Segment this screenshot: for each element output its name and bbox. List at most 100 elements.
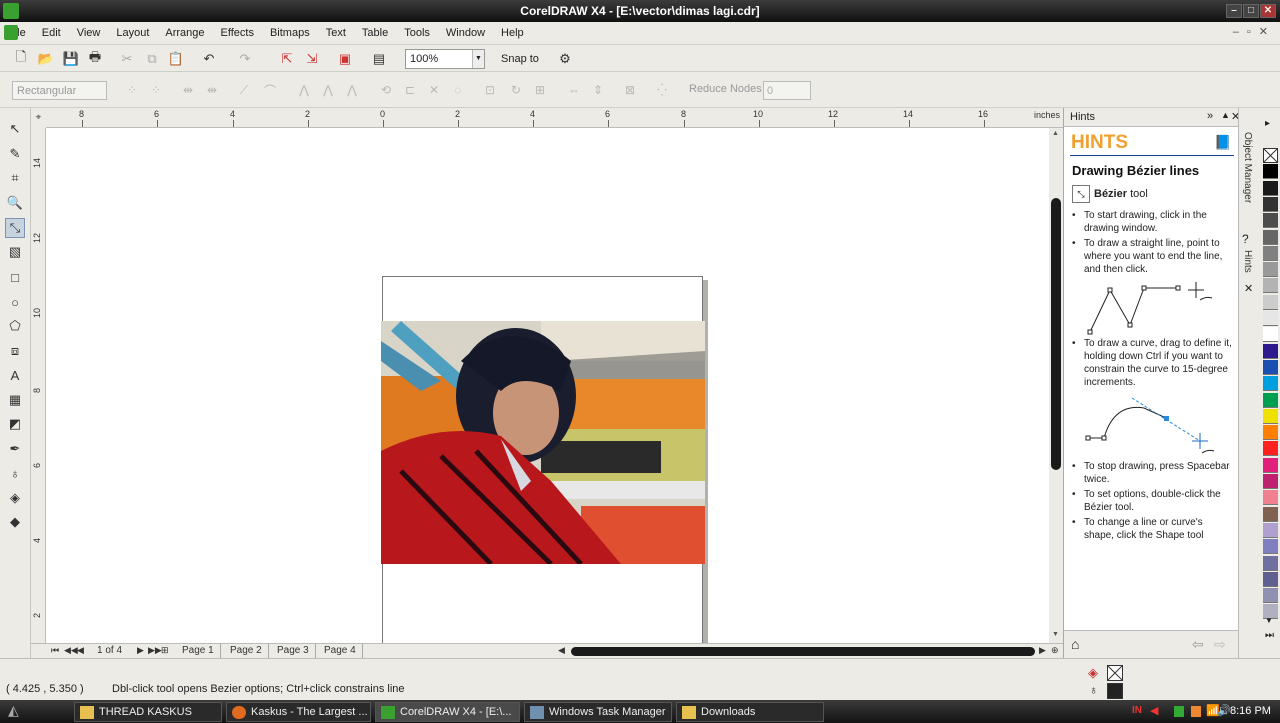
color-swatch[interactable] <box>1263 490 1278 506</box>
color-swatch[interactable] <box>1263 555 1278 571</box>
outline-color-swatch[interactable] <box>1107 683 1123 699</box>
delete-node-icon[interactable]: ⁘ <box>148 82 164 98</box>
palette-menu-icon[interactable]: ▸ <box>1265 118 1270 129</box>
last-page-icon[interactable]: ▶▶ <box>148 645 162 656</box>
tray-app-icon[interactable] <box>1191 706 1201 717</box>
fill-tool-icon[interactable]: ◈ <box>5 488 25 508</box>
align-nodes-icon[interactable]: ⊞ <box>532 82 548 98</box>
color-swatch[interactable] <box>1263 311 1278 326</box>
snap-to-button[interactable]: Snap to <box>501 53 539 65</box>
options-icon[interactable]: ⚙ <box>556 50 574 68</box>
color-swatch[interactable] <box>1263 376 1278 392</box>
color-swatch[interactable] <box>1263 278 1278 294</box>
page-tab-3[interactable]: Page 3 <box>271 644 316 658</box>
paste-icon[interactable]: 📋 <box>167 50 185 68</box>
first-page-arrow-icon[interactable]: ◀◀ <box>64 645 78 656</box>
horizontal-scroll-thumb[interactable] <box>571 647 1035 656</box>
tray-app-icon[interactable] <box>1174 706 1184 717</box>
add-node-icon[interactable]: ⁘ <box>124 82 140 98</box>
color-swatch[interactable] <box>1263 506 1278 522</box>
color-swatch[interactable] <box>1263 359 1278 375</box>
hints-tab[interactable]: Hints <box>1242 250 1253 273</box>
rotate-nodes-icon[interactable]: ↻ <box>508 82 524 98</box>
join-nodes-icon[interactable]: ⇹ <box>180 82 196 98</box>
text-tool-icon[interactable]: A <box>5 365 25 385</box>
no-color-swatch[interactable] <box>1263 148 1278 163</box>
copy-icon[interactable]: ⧉ <box>143 50 161 68</box>
cut-icon[interactable]: ✂ <box>118 50 136 68</box>
hints-book-icon[interactable]: 📘 <box>1214 134 1231 151</box>
taskbar-item[interactable]: Kaskus - The Largest ... <box>226 702 371 722</box>
taskbar-item[interactable]: Downloads <box>676 702 824 722</box>
vertical-ruler[interactable]: 14 12 10 8 6 4 2 <box>31 128 46 648</box>
shape-tool-icon[interactable]: ✎ <box>5 144 25 164</box>
to-curve-icon[interactable]: ⌒ <box>262 82 278 98</box>
shape-type-select[interactable]: Rectangular <box>12 81 107 100</box>
menu-table[interactable]: Table <box>354 27 396 39</box>
hints-tab-icon[interactable]: ? <box>1242 232 1249 246</box>
scroll-right-icon[interactable]: ▶ <box>1039 645 1046 656</box>
menu-edit[interactable]: Edit <box>34 27 69 39</box>
color-swatch[interactable] <box>1263 539 1278 555</box>
auto-close-icon[interactable]: ◌ <box>450 82 466 98</box>
ruler-origin-icon[interactable]: ⌖ <box>31 108 46 128</box>
menu-window[interactable]: Window <box>438 27 493 39</box>
tray-arrow-icon[interactable]: ◀ <box>1150 704 1158 717</box>
reflect-horizontal-icon[interactable]: ⇔ <box>566 82 582 98</box>
bezier-tool-icon[interactable]: ⤡ <box>5 218 25 238</box>
color-swatch[interactable] <box>1263 588 1278 604</box>
import-icon[interactable]: ⇱ <box>278 50 296 68</box>
scroll-down-icon[interactable]: ▼ <box>1052 631 1059 638</box>
scroll-up-icon[interactable]: ▲ <box>1052 130 1059 137</box>
break-curve-icon[interactable]: ⇹ <box>204 82 220 98</box>
close-icon[interactable]: ✕ <box>1260 4 1276 18</box>
select-all-nodes-icon[interactable]: ⁛ <box>654 82 670 98</box>
fill-outline-indicator[interactable]: ◈ ♁ <box>1088 663 1128 699</box>
prev-page-icon[interactable]: ◀ <box>77 645 84 656</box>
document-icon[interactable] <box>4 25 18 40</box>
smart-fill-tool-icon[interactable]: ▧ <box>5 242 25 262</box>
color-swatch[interactable] <box>1263 571 1278 587</box>
redo-icon[interactable]: ↷ <box>236 50 254 68</box>
drawing-window[interactable] <box>46 128 1049 643</box>
color-swatch[interactable] <box>1263 343 1278 359</box>
color-swatch[interactable] <box>1263 425 1278 441</box>
basic-shapes-tool-icon[interactable]: ⧈ <box>5 341 25 361</box>
home-icon[interactable]: ⌂ <box>1071 636 1079 652</box>
maximize-icon[interactable]: □ <box>1243 4 1259 18</box>
color-swatch[interactable] <box>1263 327 1278 343</box>
next-page-icon[interactable]: ▶ <box>137 645 144 656</box>
first-page-icon[interactable]: ⏮ <box>51 645 59 656</box>
reverse-direction-icon[interactable]: ⟲ <box>378 82 394 98</box>
zoom-tool-icon[interactable]: 🔍 <box>5 193 25 213</box>
chevron-down-icon[interactable]: ▼ <box>472 50 484 68</box>
eyedropper-tool-icon[interactable]: ✒ <box>5 439 25 459</box>
menu-tools[interactable]: Tools <box>396 27 438 39</box>
language-indicator[interactable]: IN <box>1132 705 1142 716</box>
reduce-nodes-input[interactable]: 0 <box>763 81 811 100</box>
new-document-icon[interactable]: 🗋 <box>12 49 30 68</box>
color-swatch[interactable] <box>1263 474 1278 489</box>
clock[interactable]: 8:16 PM <box>1230 705 1271 717</box>
print-icon[interactable]: 🖶 <box>86 49 104 68</box>
back-icon[interactable]: ⇦ <box>1192 636 1204 653</box>
color-swatch[interactable] <box>1263 245 1278 261</box>
color-swatch[interactable] <box>1263 441 1278 457</box>
pick-tool-icon[interactable]: ↖ <box>5 119 25 139</box>
taskbar-item[interactable]: CorelDRAW X4 - [E:\... <box>375 702 520 722</box>
no-fill-swatch[interactable] <box>1107 665 1123 681</box>
cusp-node-icon[interactable]: ⋀ <box>296 82 312 98</box>
extract-subpath-icon[interactable]: ✕ <box>426 82 442 98</box>
reflect-vertical-icon[interactable]: ⇕ <box>590 82 606 98</box>
elastic-mode-icon[interactable]: ⊠ <box>622 82 638 98</box>
menu-text[interactable]: Text <box>318 27 354 39</box>
zoom-level-select[interactable]: 100% ▼ <box>405 49 485 69</box>
stretch-nodes-icon[interactable]: ⊡ <box>482 82 498 98</box>
ellipse-tool-icon[interactable]: ○ <box>5 292 25 312</box>
undo-icon[interactable]: ↶ <box>200 50 218 68</box>
start-button[interactable]: ◭ <box>8 702 64 722</box>
imported-bitmap-photo[interactable] <box>381 321 705 564</box>
color-swatch[interactable] <box>1263 262 1278 278</box>
symmetrical-node-icon[interactable]: ⋀ <box>344 82 360 98</box>
doc-window-controls[interactable]: –▫✕ <box>1233 25 1276 38</box>
